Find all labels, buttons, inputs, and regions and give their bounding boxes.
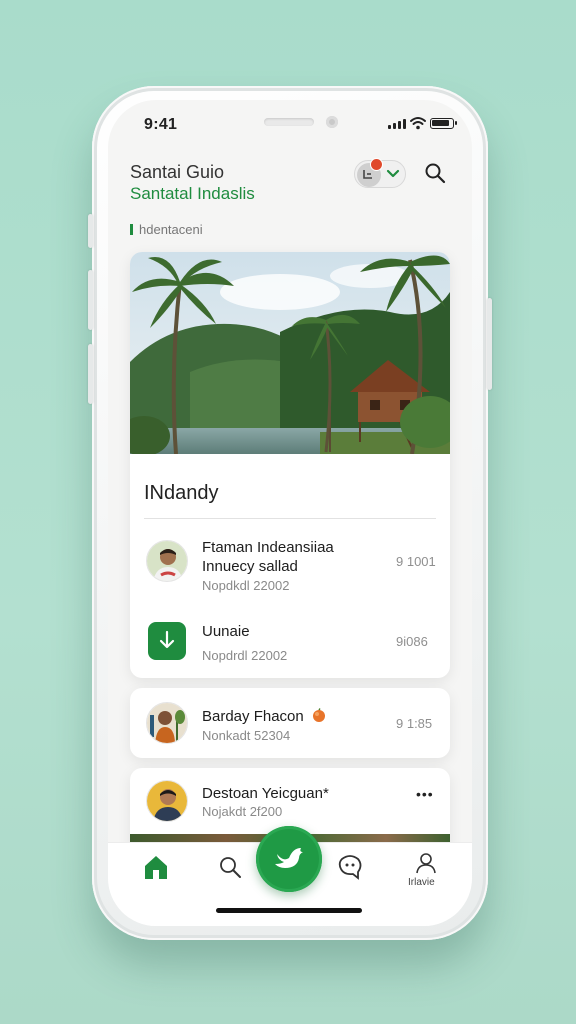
item-title-text: Barday Fhacon xyxy=(202,708,304,725)
section-accent-bar xyxy=(130,224,133,235)
list-item[interactable]: Barday Fhacon Nonkadt 52304 9 1:85 xyxy=(130,688,450,758)
signal-icon xyxy=(388,119,406,129)
status-time: 9:41 xyxy=(144,116,178,133)
front-camera xyxy=(326,116,338,128)
list-item[interactable]: Ftaman Indeansiiaa Innuecy sallad Nopdkd… xyxy=(130,534,450,600)
item-meta: 9i086 xyxy=(396,634,428,649)
battery-icon xyxy=(430,118,457,129)
fab-button[interactable] xyxy=(256,826,322,892)
item-subtitle: Nopdkdl 22002 xyxy=(202,578,290,593)
person-avatar xyxy=(146,540,188,582)
notification-badge xyxy=(370,158,383,171)
featured-card[interactable]: INdandy Ftaman Indeansiiaa Innuecy salla… xyxy=(130,252,450,678)
app-subtitle: Santatal Indaslis xyxy=(130,184,255,203)
search-icon[interactable] xyxy=(424,162,446,184)
search-icon[interactable] xyxy=(218,855,242,879)
item-subtitle: Nonkadt 52304 xyxy=(202,728,291,743)
download-icon xyxy=(148,622,186,660)
item-title-line2: Innuecy sallad xyxy=(202,558,298,575)
item-title: Destoan Yeicguan* xyxy=(202,785,329,802)
item-meta: 9 1001 xyxy=(396,554,436,569)
profile-tab-label: Irlavie xyxy=(408,877,435,888)
side-button-left xyxy=(88,214,93,248)
profile-icon[interactable] xyxy=(414,851,438,875)
orange-fruit-icon xyxy=(312,708,325,722)
app-title: Santai Guio xyxy=(130,162,225,182)
card-title: INdandy xyxy=(144,482,219,504)
more-icon[interactable]: ••• xyxy=(416,786,434,802)
chat-face-icon[interactable] xyxy=(336,853,364,881)
item-subtitle: Nojakdt 2f200 xyxy=(202,804,283,819)
item-title: Uunaie xyxy=(202,623,250,640)
speaker-grille xyxy=(264,118,314,126)
item-subtitle: Nopdrdl 22002 xyxy=(202,648,288,663)
side-button-left xyxy=(88,270,93,330)
item-title: Ftaman Indeansiiaa Innuecy sallad xyxy=(202,538,334,576)
wifi-icon xyxy=(410,117,426,130)
side-button-right xyxy=(487,298,492,390)
section-label: hdentaceni xyxy=(130,222,203,237)
home-icon[interactable] xyxy=(142,853,170,881)
list-item[interactable]: Uunaie Nopdrdl 22002 9i086 xyxy=(130,616,450,672)
tropical-lake-house-photo xyxy=(130,252,450,454)
chevron-down-icon xyxy=(386,169,400,178)
item-title: Barday Fhacon xyxy=(202,707,326,726)
home-indicator xyxy=(216,908,362,913)
divider xyxy=(144,518,436,519)
item-meta: 9 1:85 xyxy=(396,716,433,731)
item-title-line1: Ftaman Indeansiiaa xyxy=(202,539,334,556)
man-avatar xyxy=(146,780,188,822)
bird-icon xyxy=(275,848,303,868)
side-button-left xyxy=(88,344,93,404)
section-label-text: hdentaceni xyxy=(139,222,203,237)
status-bar: 9:41 xyxy=(108,100,472,144)
screen: 9:41 Santai Guio Santatal Indaslis hdent… xyxy=(108,100,472,926)
person-with-plant-avatar xyxy=(146,702,188,744)
